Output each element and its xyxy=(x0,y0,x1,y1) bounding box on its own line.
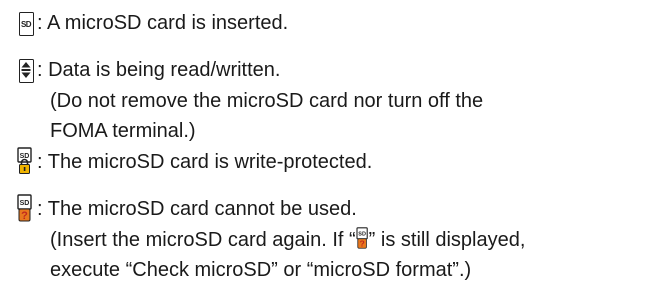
item-inserted-text: : A microSD card is inserted. xyxy=(37,12,289,34)
item-read-write-note-line2: FOMA terminal.) xyxy=(50,120,196,142)
sd-label-small: SD xyxy=(358,232,366,238)
sd-unusable-inline-icon: SD ? xyxy=(356,227,369,249)
note-part1: (Insert the microSD card again. If “ xyxy=(50,229,356,251)
note-part2: ” is still displayed, xyxy=(368,229,526,251)
sd-label-small: SD xyxy=(20,200,30,207)
sd-read-write-icon xyxy=(19,59,34,83)
item-unusable-note-line1: (Insert the microSD card again. If “ SD … xyxy=(50,227,526,252)
sd-card-inserted-icon: SD xyxy=(19,12,34,36)
svg-text:?: ? xyxy=(359,239,364,249)
sd-label: SD xyxy=(20,20,32,29)
item-write-protected-text: : The microSD card is write-protected. xyxy=(37,151,373,173)
item-read-write-text: : Data is being read/written. xyxy=(37,59,281,81)
svg-text:?: ? xyxy=(21,210,28,222)
sd-write-protected-icon: SD xyxy=(17,147,33,175)
sd-unusable-icon: SD ? xyxy=(17,194,33,222)
item-unusable-note-line2: execute “Check microSD” or “microSD form… xyxy=(50,259,472,281)
item-read-write-note-line1: (Do not remove the microSD card nor turn… xyxy=(50,90,484,112)
item-unusable-text: : The microSD card cannot be used. xyxy=(37,198,357,220)
